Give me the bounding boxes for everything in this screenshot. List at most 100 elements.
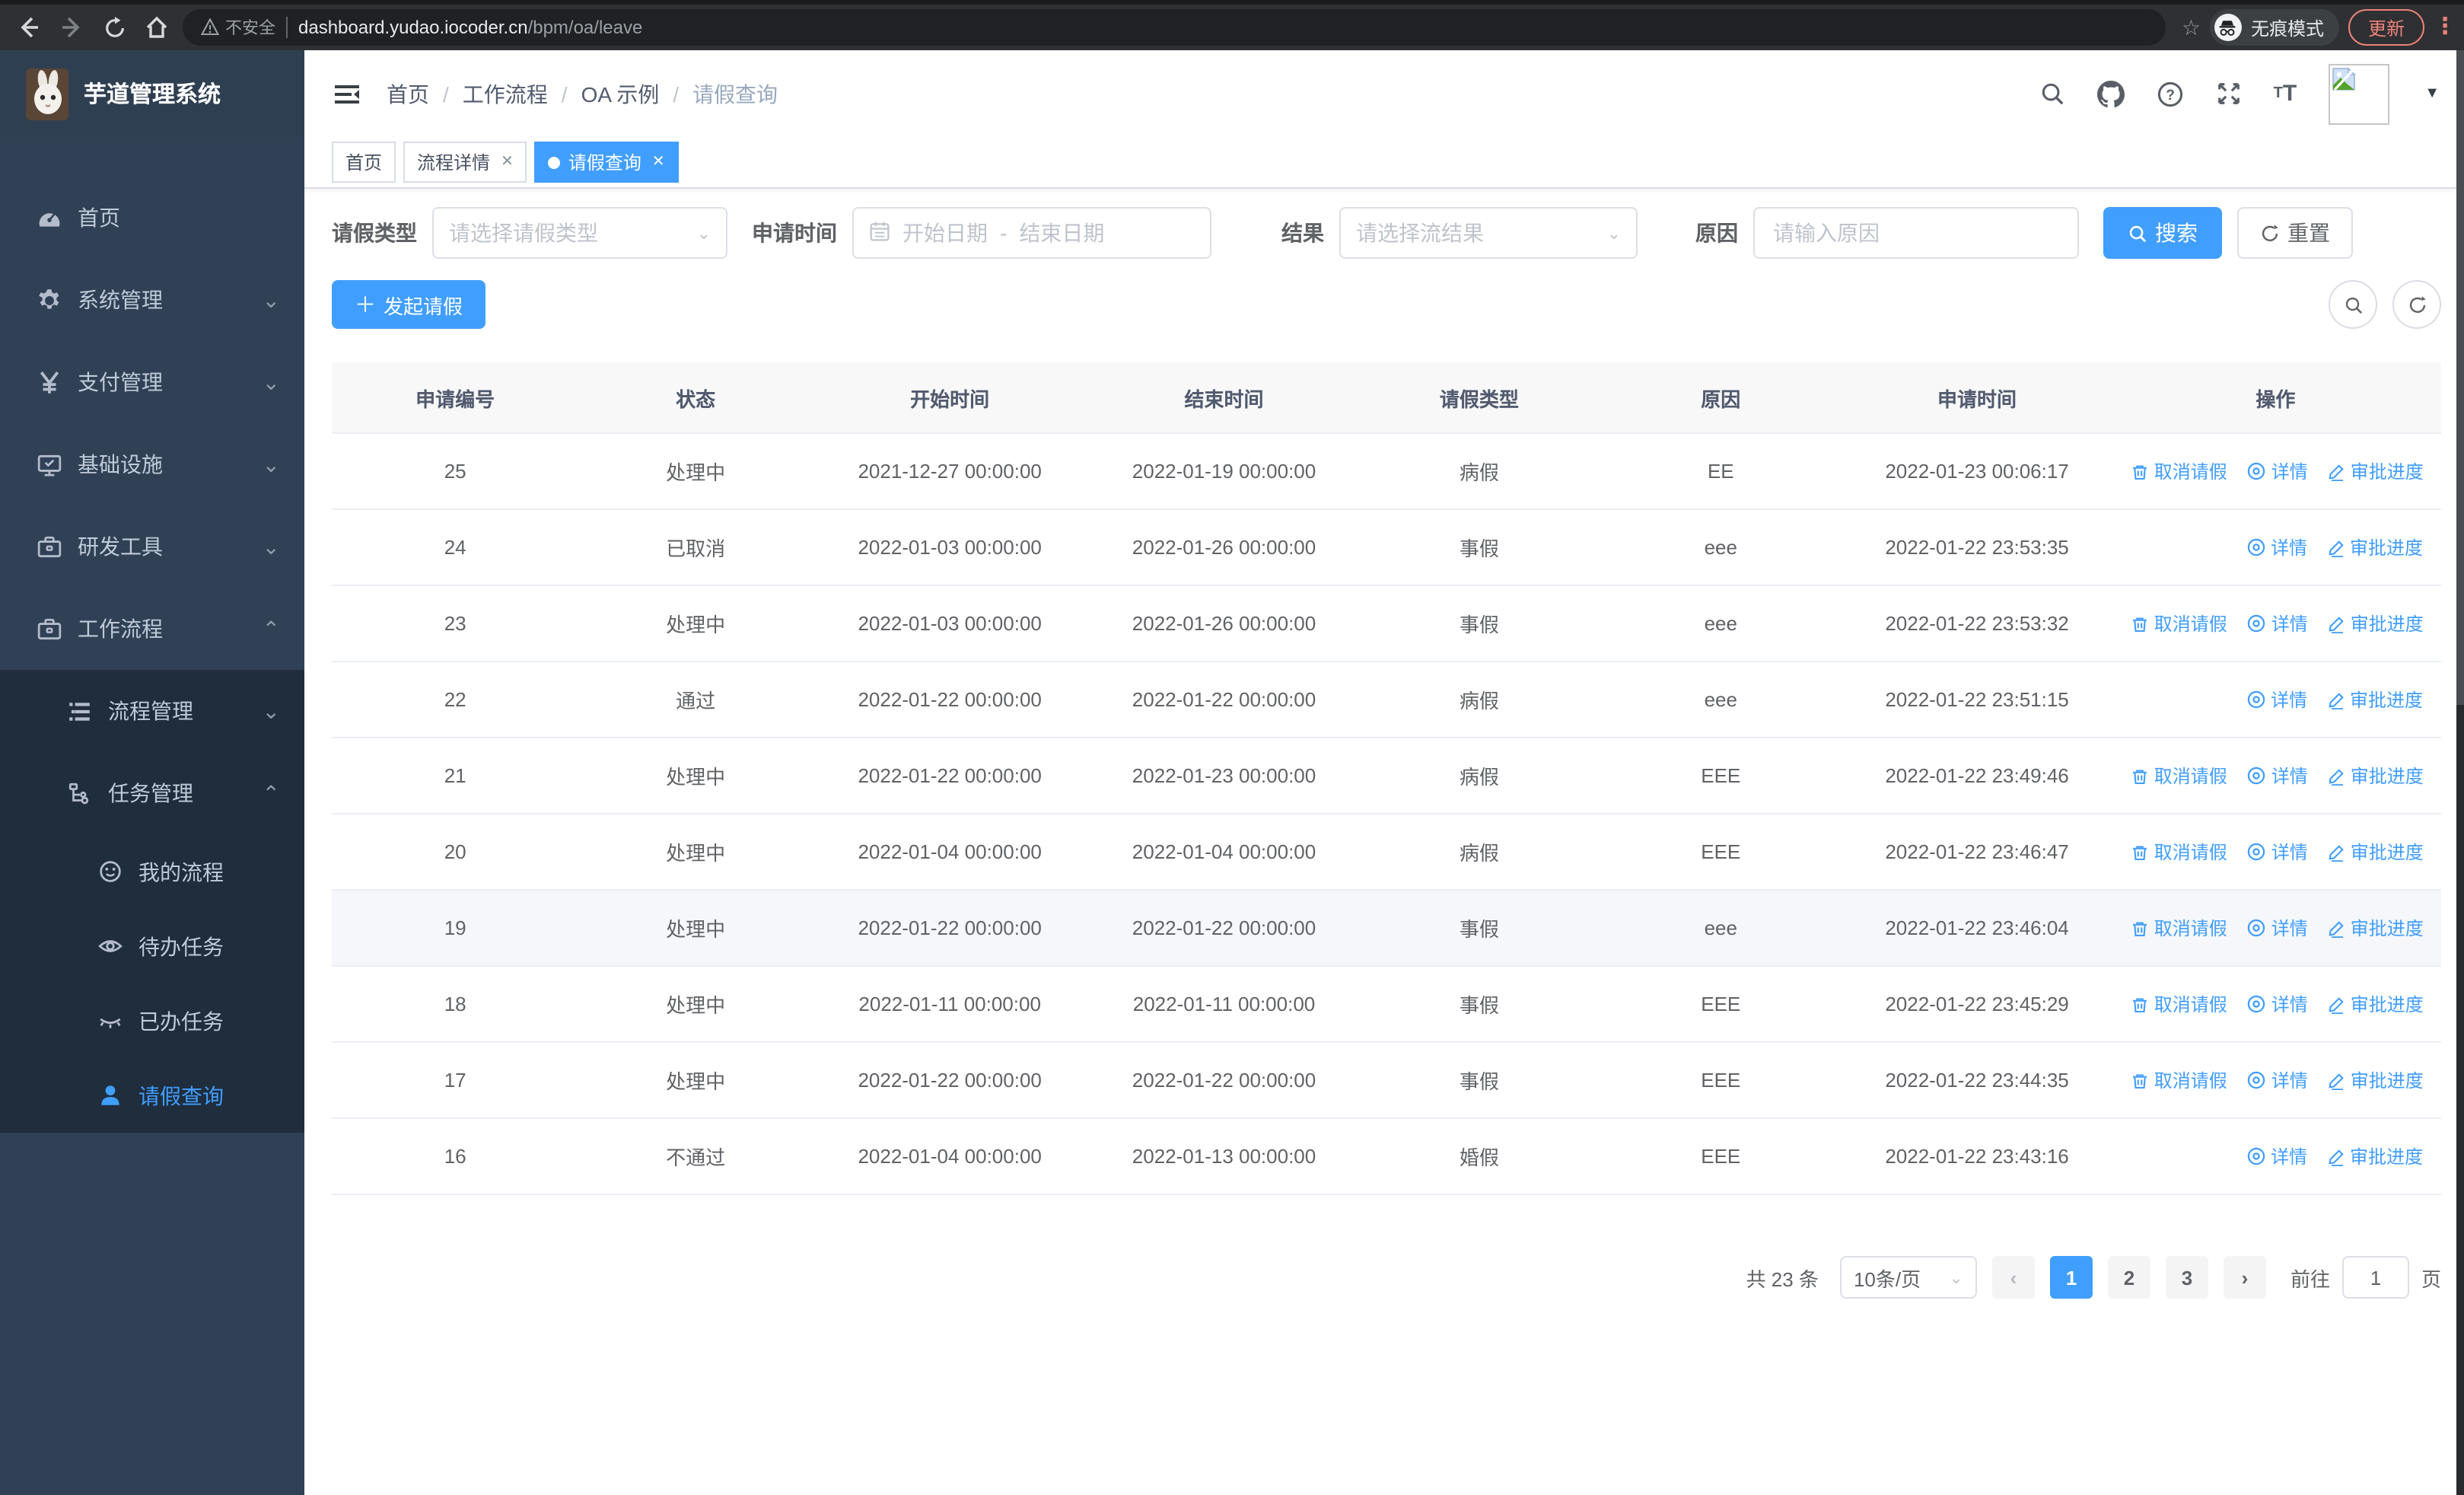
cell-actions: 取消请假 详情 审批进度 — [2109, 1042, 2441, 1119]
cell-reason: EEE — [1597, 1042, 1845, 1119]
sidebar-item-sub-3[interactable]: 待办任务 — [0, 909, 304, 983]
progress-action-link[interactable]: 审批进度 — [2327, 534, 2423, 560]
sidebar-item-sub-0[interactable]: 流程管理 ⌄ — [0, 670, 304, 752]
font-size-icon[interactable]: TT — [2274, 82, 2297, 105]
breadcrumb-item[interactable]: OA 示例 — [581, 78, 660, 109]
cancel-action-link[interactable]: 取消请假 — [2131, 1067, 2227, 1093]
sidebar-item-main-0[interactable]: 首页 — [0, 177, 304, 259]
sidebar-item-sub-2[interactable]: 我的流程 — [0, 834, 304, 909]
cancel-action-link[interactable]: 取消请假 — [2131, 763, 2227, 789]
caret-down-icon[interactable]: ▼ — [2424, 85, 2440, 102]
progress-action-link[interactable]: 审批进度 — [2327, 1143, 2423, 1169]
detail-action-link[interactable]: 详情 — [2246, 534, 2307, 559]
cancel-action-link[interactable]: 取消请假 — [2131, 915, 2227, 941]
sidebar-item-main-4[interactable]: 研发工具 ⌄ — [0, 505, 304, 588]
detail-action-link[interactable]: 详情 — [2247, 914, 2308, 940]
avatar[interactable] — [2329, 63, 2390, 124]
help-icon[interactable]: ? — [2157, 80, 2184, 107]
sidebar-item-sub-5[interactable]: 请假查询 — [0, 1058, 304, 1133]
progress-action-link[interactable]: 审批进度 — [2327, 687, 2423, 712]
progress-action-link[interactable]: 审批进度 — [2328, 610, 2424, 636]
sidebar-item-sub-4[interactable]: 已办任务 — [0, 983, 304, 1058]
progress-action-link[interactable]: 审批进度 — [2328, 1067, 2424, 1093]
chevron-down-icon: ⌄ — [1606, 225, 1621, 243]
detail-action-link[interactable]: 详情 — [2247, 762, 2308, 788]
search-button[interactable]: 搜索 — [2103, 207, 2222, 259]
fullscreen-icon[interactable] — [2216, 81, 2242, 107]
cancel-action-link[interactable]: 取消请假 — [2131, 839, 2227, 865]
reset-button[interactable]: 重置 — [2237, 207, 2353, 259]
reason-input[interactable]: 请输入原因 — [1753, 207, 2079, 259]
page-button-2[interactable]: 2 — [2107, 1256, 2150, 1299]
address-bar[interactable]: 不安全 dashboard.yudao.iocoder.cn/bpm/oa/le… — [183, 9, 2166, 46]
search-icon[interactable] — [2039, 81, 2065, 107]
page-button-1[interactable]: 1 — [2049, 1256, 2093, 1299]
progress-action-link[interactable]: 审批进度 — [2328, 763, 2424, 789]
sidebar-collapse-icon[interactable] — [332, 78, 362, 109]
progress-action-link[interactable]: 审批进度 — [2328, 458, 2424, 484]
detail-action-link[interactable]: 详情 — [2247, 1066, 2308, 1092]
detail-action-link[interactable]: 详情 — [2246, 1143, 2307, 1168]
cancel-action-link[interactable]: 取消请假 — [2131, 610, 2227, 636]
apply-time-range-picker[interactable]: 开始日期 - 结束日期 — [852, 207, 1211, 259]
browser-update-button[interactable]: 更新 — [2348, 9, 2424, 46]
browser-back-button[interactable] — [12, 11, 46, 44]
tab-home[interactable]: 首页 — [332, 142, 396, 183]
tab-page-1[interactable]: 流程详情 ✕ — [403, 142, 527, 183]
date-separator: - — [1000, 221, 1008, 245]
page-button-3[interactable]: 3 — [2165, 1256, 2208, 1299]
not-secure-warning[interactable]: 不安全 — [201, 15, 275, 40]
browser-forward-button[interactable] — [55, 11, 88, 44]
tab-page-2[interactable]: 请假查询 ✕ — [534, 142, 679, 183]
close-icon[interactable]: ✕ — [652, 154, 665, 171]
tab-label: 请假查询 — [568, 152, 641, 174]
detail-action-link[interactable]: 详情 — [2247, 457, 2308, 483]
progress-action-link[interactable]: 审批进度 — [2328, 991, 2424, 1017]
page-scrollbar[interactable] — [2456, 50, 2464, 1495]
table-row: 16 不通过 2022-01-04 00:00:00 2022-01-13 00:00… — [332, 1118, 2441, 1195]
cell-end: 2022-01-26 00:00:00 — [1087, 585, 1361, 662]
breadcrumb-item[interactable]: 工作流程 — [463, 78, 548, 109]
filter-form: 请假类型 请选择请假类型 ⌄ 申请时间 开始日期 - 结束日期 结果 请选择流结… — [332, 207, 2441, 259]
breadcrumb-item[interactable]: 首页 — [387, 78, 429, 109]
progress-action-link[interactable]: 审批进度 — [2328, 839, 2424, 865]
progress-action-link[interactable]: 审批进度 — [2328, 915, 2424, 941]
app-logo-row[interactable]: 芋道管理系统 — [0, 50, 304, 137]
detail-action-link[interactable]: 详情 — [2247, 838, 2308, 864]
cancel-action-link[interactable]: 取消请假 — [2131, 991, 2227, 1017]
sidebar-item-sub-1[interactable]: 任务管理 ⌃ — [0, 752, 304, 834]
browser-menu-icon[interactable]: ⋮ — [2434, 15, 2456, 38]
yen-icon — [37, 369, 62, 395]
sidebar: 芋道管理系统 首页 系统管理 ⌄ 支付管理 ⌄ 基础设施 ⌄ 研发工具 ⌄ 工作流程 ⌃ 流程管理 ⌄ 任… — [0, 50, 304, 1495]
cell-id: 23 — [332, 585, 579, 662]
leave-type-select[interactable]: 请选择请假类型 ⌄ — [432, 207, 727, 259]
result-select[interactable]: 请选择流结果 ⌄ — [1339, 207, 1638, 259]
sidebar-item-main-5[interactable]: 工作流程 ⌃ — [0, 588, 304, 670]
detail-action-link[interactable]: 详情 — [2247, 990, 2308, 1016]
refresh-table-button[interactable] — [2392, 280, 2441, 329]
sidebar-item-main-3[interactable]: 基础设施 ⌄ — [0, 423, 304, 505]
cell-reason: EEE — [1597, 1118, 1845, 1195]
create-leave-button[interactable]: ＋ 发起请假 — [332, 280, 486, 329]
flow-icon — [67, 780, 93, 806]
cell-id: 19 — [332, 890, 579, 967]
github-icon[interactable] — [2096, 80, 2125, 107]
cancel-action-link[interactable]: 取消请假 — [2131, 458, 2227, 484]
sidebar-item-main-1[interactable]: 系统管理 ⌄ — [0, 259, 304, 341]
sidebar-item-label: 工作流程 — [78, 617, 163, 641]
sidebar-item-main-2[interactable]: 支付管理 ⌄ — [0, 341, 304, 423]
browser-reload-button[interactable] — [97, 11, 131, 44]
detail-action-link[interactable]: 详情 — [2247, 610, 2308, 636]
bookmark-star-icon[interactable]: ☆ — [2182, 14, 2201, 40]
browser-home-button[interactable] — [140, 11, 173, 44]
next-page-button[interactable]: › — [2223, 1256, 2266, 1299]
cell-type: 事假 — [1361, 1042, 1598, 1119]
table-row: 20 处理中 2022-01-04 00:00:00 2022-01-04 00:00… — [332, 814, 2441, 891]
goto-page-input[interactable]: 1 — [2341, 1256, 2409, 1299]
prev-page-button[interactable]: ‹ — [1991, 1256, 2035, 1299]
detail-action-link[interactable]: 详情 — [2246, 686, 2307, 712]
show-search-toggle-button[interactable] — [2329, 280, 2377, 329]
close-icon[interactable]: ✕ — [501, 154, 514, 171]
result-label: 结果 — [1281, 221, 1324, 245]
page-size-select[interactable]: 10条/页 ⌄ — [1839, 1256, 1977, 1299]
